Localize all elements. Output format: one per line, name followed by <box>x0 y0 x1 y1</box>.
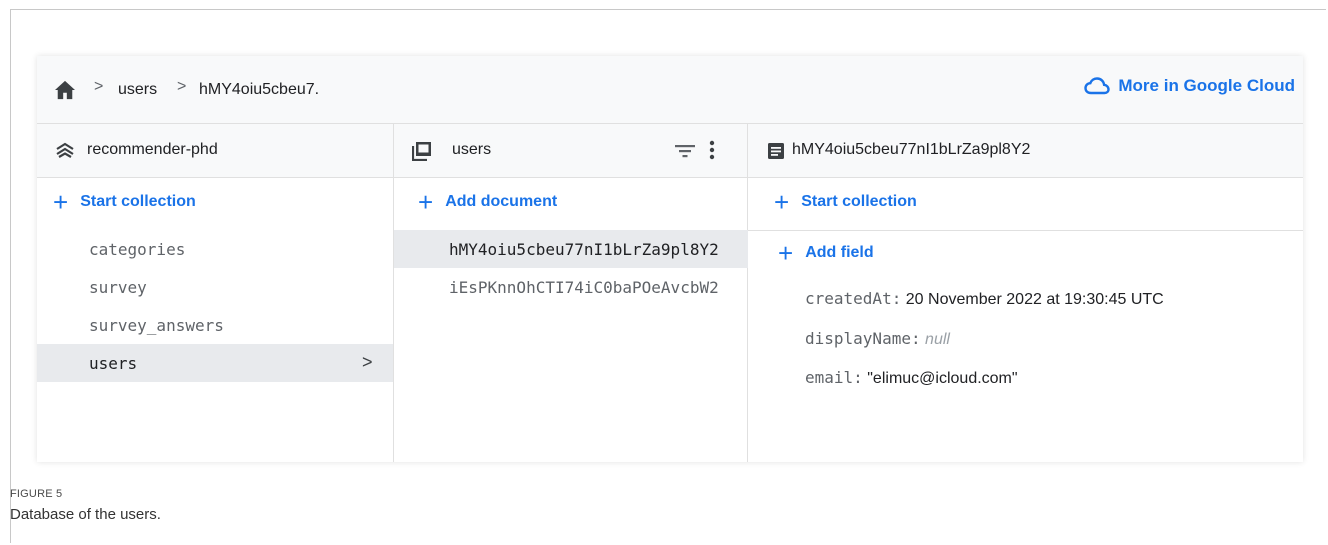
plus-icon: + <box>774 187 790 217</box>
collection-icon <box>412 142 431 161</box>
more-in-google-cloud-button[interactable]: More in Google Cloud <box>1084 76 1295 96</box>
start-collection-label: Start collection <box>801 193 917 210</box>
add-field-button[interactable]: + Add field <box>778 238 874 268</box>
collection-item-categories[interactable]: categories <box>37 230 393 268</box>
divider <box>748 230 1303 231</box>
document-id-label: iEsPKnnOhCTI74iC0baPOeAvcbW2 <box>449 278 719 297</box>
field-value: 20 November 2022 at 19:30:45 UTC <box>905 291 1164 308</box>
plus-icon: + <box>53 187 69 217</box>
breadcrumb-bar: > users > hMY4oiu5cbeu7. More in Google … <box>37 56 1303 124</box>
document-icon <box>768 143 784 159</box>
plus-icon: + <box>778 238 794 268</box>
collection-column-header: users <box>394 124 747 178</box>
field-key: displayName: <box>805 329 921 348</box>
field-key: createdAt: <box>805 289 902 308</box>
root-column: recommender-phd + Start collection categ… <box>37 124 394 462</box>
root-column-header: recommender-phd <box>37 124 393 178</box>
collection-item-label: survey_answers <box>89 316 224 335</box>
collection-title: users <box>452 141 492 158</box>
chevron-right-icon: > <box>177 78 187 95</box>
start-collection-button[interactable]: + Start collection <box>53 187 196 217</box>
more-vert-icon[interactable] <box>708 140 716 162</box>
firestore-panel: > users > hMY4oiu5cbeu7. More in Google … <box>37 56 1303 462</box>
collection-item-label: categories <box>89 240 186 259</box>
filter-icon[interactable] <box>674 142 696 160</box>
field-key: email: <box>805 368 863 387</box>
chevron-right-icon: > <box>362 352 373 372</box>
project-title: recommender-phd <box>87 141 218 158</box>
collection-item-label: survey <box>89 278 147 297</box>
document-column-header: hMY4oiu5cbeu77nI1bLrZa9pl8Y2 <box>748 124 1303 178</box>
figure-label: FIGURE 5 <box>10 488 63 500</box>
document-item-selected[interactable]: hMY4oiu5cbeu77nI1bLrZa9pl8Y2 <box>394 230 748 268</box>
start-collection-button[interactable]: + Start collection <box>774 187 917 217</box>
document-title: hMY4oiu5cbeu77nI1bLrZa9pl8Y2 <box>792 141 1031 158</box>
add-document-button[interactable]: + Add document <box>418 187 558 217</box>
start-collection-label: Start collection <box>80 193 196 210</box>
collection-item-users[interactable]: users > <box>37 344 393 382</box>
collection-item-survey[interactable]: survey <box>37 268 393 306</box>
more-in-google-cloud-label: More in Google Cloud <box>1118 76 1295 95</box>
field-value: null <box>925 331 950 348</box>
cloud-icon <box>1084 77 1111 95</box>
field-value: "elimuc@icloud.com" <box>867 370 1018 387</box>
field-email[interactable]: email: "elimuc@icloud.com" <box>805 368 1018 388</box>
field-created-at[interactable]: createdAt: 20 November 2022 at 19:30:45 … <box>805 289 1164 309</box>
collection-column: users + Add document hMY4oiu5cbeu77nI1bL… <box>394 124 748 462</box>
figure-caption: Database of the users. <box>10 506 161 523</box>
database-icon <box>56 142 74 158</box>
collection-item-survey-answers[interactable]: survey_answers <box>37 306 393 344</box>
chevron-right-icon: > <box>94 78 104 95</box>
document-item[interactable]: iEsPKnnOhCTI74iC0baPOeAvcbW2 <box>394 268 747 306</box>
breadcrumb-document[interactable]: hMY4oiu5cbeu7. <box>199 81 319 99</box>
breadcrumb-users[interactable]: users <box>118 81 157 99</box>
add-field-label: Add field <box>805 244 874 261</box>
field-display-name[interactable]: displayName: null <box>805 329 950 349</box>
collection-item-label: users <box>89 354 138 373</box>
home-icon[interactable] <box>54 80 76 100</box>
plus-icon: + <box>418 187 434 217</box>
document-column: hMY4oiu5cbeu77nI1bLrZa9pl8Y2 + Start col… <box>748 124 1303 462</box>
add-document-label: Add document <box>445 193 558 210</box>
document-id-label: hMY4oiu5cbeu77nI1bLrZa9pl8Y2 <box>449 240 719 259</box>
